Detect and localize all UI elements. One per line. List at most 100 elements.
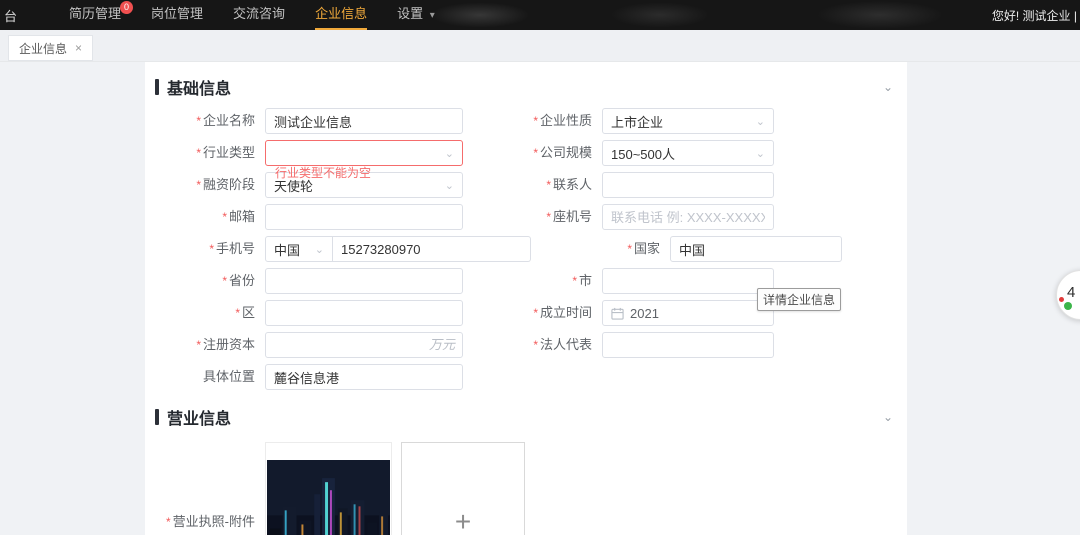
nav-menu: 简历管理 0 岗位管理 交流咨询 企业信息 设置 ▾ (69, 0, 465, 30)
license-upload-button[interactable]: + (401, 442, 525, 535)
required-mark: * (533, 338, 538, 352)
city-label: * 市 (463, 268, 602, 294)
nav-item-jobs-label: 岗位管理 (151, 6, 204, 21)
email-label: * 邮箱 (155, 204, 265, 230)
nav-item-resume-label: 简历管理 (69, 6, 122, 21)
chevron-down-icon: ⌄ (314, 243, 324, 256)
landline-label: * 座机号 (463, 204, 602, 230)
business-section-header: 营业信息 ⌄ (155, 406, 893, 428)
tab-company-info-label: 企业信息 (19, 41, 68, 56)
nav-item-company-info[interactable]: 企业信息 (315, 0, 368, 30)
company-scale-value: 150~500人 (611, 146, 675, 162)
funding-stage-label: * 融资阶段 (155, 172, 265, 198)
license-label-text: 营业执照-附件 (172, 514, 255, 529)
country-input[interactable] (670, 236, 842, 262)
chevron-down-icon: ⌄ (444, 179, 454, 192)
license-label: * 营业执照-附件 (155, 509, 265, 535)
license-uploads: + (265, 442, 525, 535)
basic-section-header: 基础信息 ⌄ (155, 76, 893, 98)
chevron-down-icon: ⌄ (755, 147, 765, 160)
form-row: * 邮箱 * 座机号 (145, 204, 907, 230)
nav-item-settings[interactable]: 设置 ▾ (397, 0, 435, 30)
contact-person-label: * 联系人 (463, 172, 602, 198)
floating-widget-count: 4 (1067, 284, 1076, 301)
required-mark: * (196, 178, 201, 192)
city-input[interactable] (602, 268, 774, 294)
founded-date-label-text: 成立时间 (539, 305, 592, 320)
legal-rep-label: * 法人代表 (463, 332, 602, 358)
nav-item-jobs[interactable]: 岗位管理 (151, 0, 203, 30)
registered-capital-label: * 注册资本 (155, 332, 265, 358)
company-name-label-text: 企业名称 (202, 113, 255, 128)
form-row: *企业名称 *企业性质 上市企业 ⌄ (145, 108, 907, 134)
nav-item-resume[interactable]: 简历管理 0 (69, 0, 134, 30)
contact-person-input[interactable] (602, 172, 774, 198)
landline-label-text: 座机号 (552, 209, 592, 224)
required-mark: * (235, 306, 240, 320)
address-label-text: 具体位置 (202, 369, 255, 384)
province-label: * 省份 (155, 268, 265, 294)
district-input[interactable] (265, 300, 463, 326)
province-input[interactable] (265, 268, 463, 294)
address-input[interactable] (265, 364, 463, 390)
legal-rep-input[interactable] (602, 332, 774, 358)
company-nature-select[interactable]: 上市企业 ⌄ (602, 108, 774, 134)
company-scale-label: * 公司规模 (463, 140, 602, 166)
required-mark: * (572, 274, 577, 288)
license-photo-thumbnail[interactable] (265, 442, 392, 535)
close-icon[interactable]: × (75, 42, 82, 54)
country-code-select[interactable]: 中国 ⌄ (265, 236, 333, 262)
chevron-down-icon: ▾ (429, 10, 435, 21)
industry-type-label-text: 行业类型 (202, 145, 255, 160)
tab-strip: 企业信息 × (0, 30, 1080, 62)
funding-stage-label-text: 融资阶段 (202, 177, 255, 192)
city-label-text: 市 (578, 273, 592, 288)
form-row: * 注册资本 万元 * 法人代表 (145, 332, 907, 358)
founded-date-label: * 成立时间 (463, 300, 602, 326)
mobile-group: 中国 ⌄ (265, 236, 531, 262)
nav-item-chat[interactable]: 交流咨询 (233, 0, 285, 30)
address-label: 具体位置 (155, 364, 265, 390)
founded-date-picker[interactable]: 2021 (602, 300, 774, 326)
required-mark: * (533, 306, 538, 320)
form-row: * 营业执照-附件 + (145, 442, 907, 535)
company-nature-value: 上市企业 (611, 114, 664, 130)
tab-company-info[interactable]: 企业信息 × (8, 35, 94, 61)
required-mark: * (222, 274, 227, 288)
nav-item-settings-label: 设置 (397, 6, 424, 21)
country-code-value: 中国 (274, 242, 301, 258)
required-mark: * (222, 210, 227, 224)
nav-item-company-info-label: 企业信息 (315, 6, 368, 21)
brand-partial: 台 (4, 8, 18, 24)
country-label: * 国家 (531, 236, 670, 262)
company-nature-label: * 企业性质 (463, 108, 602, 134)
company-name-input[interactable] (265, 108, 463, 134)
required-mark: * (546, 178, 551, 192)
chevron-down-icon[interactable]: ⌄ (883, 80, 893, 94)
form-row: *手机号 中国 ⌄ *国家 (145, 236, 907, 262)
registered-capital-label-text: 注册资本 (202, 337, 255, 352)
email-label-text: 邮箱 (228, 209, 255, 224)
required-mark: * (165, 515, 171, 529)
company-scale-select[interactable]: 150~500人 ⌄ (602, 140, 774, 166)
red-dot-icon (1059, 297, 1064, 302)
district-label: * 区 (155, 300, 265, 326)
nav-item-chat-label: 交流咨询 (233, 6, 286, 21)
industry-type-select[interactable]: ⌄ (265, 140, 463, 166)
section-accent-bar (155, 409, 159, 425)
chevron-down-icon[interactable]: ⌄ (883, 410, 893, 424)
landline-input[interactable] (602, 204, 774, 230)
country-label-text: 国家 (633, 241, 660, 256)
resume-badge: 0 (120, 1, 134, 14)
required-mark: * (533, 146, 538, 160)
user-greeting[interactable]: 您好! 测试企业 | (992, 7, 1077, 24)
tooltip: 详情企业信息 (757, 288, 842, 311)
email-input[interactable] (265, 204, 463, 230)
mobile-input[interactable] (333, 236, 531, 262)
required-mark: * (196, 146, 201, 160)
city-night-photo (267, 460, 390, 535)
required-mark: * (627, 242, 632, 256)
floating-service-widget[interactable]: 4 (1056, 270, 1080, 320)
top-navbar: 台 简历管理 0 岗位管理 交流咨询 企业信息 设置 ▾ 您好! 测试企业 | (0, 0, 1080, 30)
company-nature-label-text: 企业性质 (539, 113, 592, 128)
